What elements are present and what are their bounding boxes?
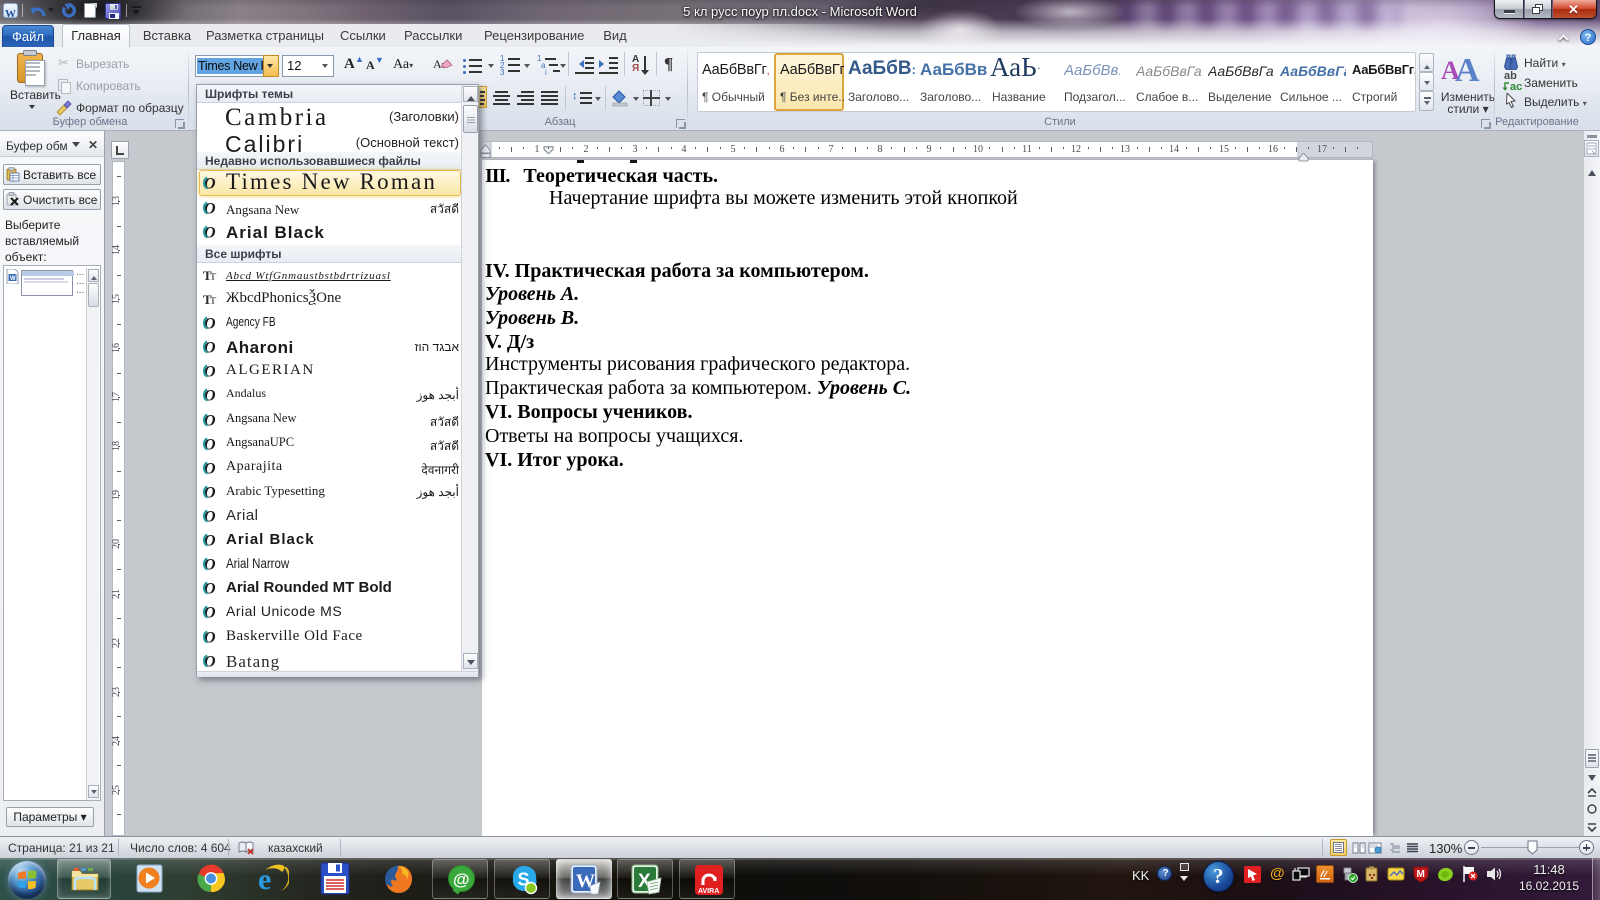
svg-text:@: @ [453,870,470,889]
svg-text:W: W [10,276,16,282]
svg-text:AVIRA: AVIRA [698,888,719,895]
svg-text:M: M [1417,869,1425,880]
